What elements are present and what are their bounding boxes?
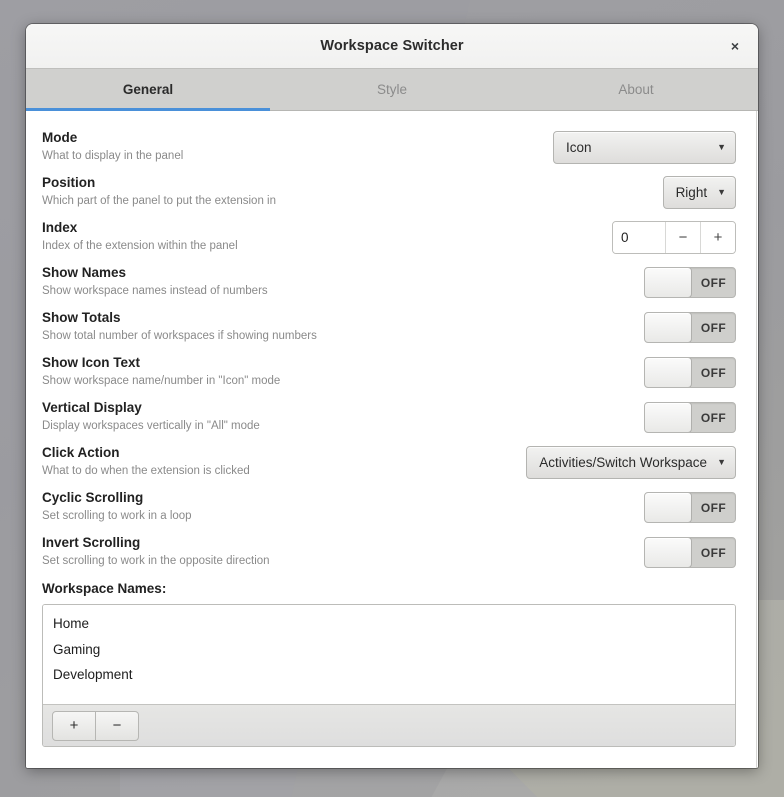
- toggle-invert-scrolling[interactable]: OFF: [644, 537, 736, 568]
- setting-description: What to do when the extension is clicked: [42, 465, 250, 478]
- toggle-knob: [645, 493, 692, 522]
- dropdown-position[interactable]: Right ▼: [662, 176, 736, 209]
- setting-labels: Cyclic Scrolling Set scrolling to work in…: [42, 490, 192, 524]
- toggle-knob: [645, 403, 692, 432]
- setting-name: Show Icon Text: [42, 355, 141, 371]
- setting-name: Show Names: [42, 265, 127, 281]
- tab-style[interactable]: Style: [270, 69, 514, 110]
- scrollbar-track[interactable]: [756, 111, 757, 768]
- settings-list: Mode What to display in the panel Icon ▼ Pos…: [26, 111, 758, 575]
- toggle-knob: [645, 268, 692, 297]
- window-title: Workspace Switcher: [320, 38, 464, 54]
- chevron-down-icon: ▼: [717, 457, 726, 467]
- toggle-state: OFF: [700, 545, 727, 560]
- workspace-names-section: Workspace Names: Home Gaming Development +…: [26, 575, 758, 747]
- dropdown-value: Icon: [566, 140, 592, 155]
- setting-name: Click Action: [42, 445, 120, 461]
- minus-icon[interactable]: −: [665, 222, 700, 253]
- setting-description: Index of the extension within the panel: [42, 240, 238, 253]
- setting-row: Show Icon Text Show workspace name/number…: [42, 350, 736, 395]
- toggle-show-names[interactable]: OFF: [644, 267, 736, 298]
- setting-name: Mode: [42, 130, 78, 146]
- setting-row: Mode What to display in the panel Icon ▼: [42, 125, 736, 170]
- setting-row: Show Totals Show total number of workspac…: [42, 305, 736, 350]
- tab-bar: General Style About: [26, 69, 758, 111]
- dropdown-click-action[interactable]: Activities/Switch Workspace ▼: [526, 446, 736, 479]
- setting-description: Show total number of workspaces if showi…: [42, 330, 317, 343]
- setting-labels: Invert Scrolling Set scrolling to work in…: [42, 535, 270, 569]
- toggle-show-icon-text[interactable]: OFF: [644, 357, 736, 388]
- setting-labels: Index Index of the extension within the p…: [42, 220, 238, 254]
- setting-description: What to display in the panel: [42, 150, 184, 163]
- add-workspace-button[interactable]: +: [52, 710, 96, 741]
- toggle-vertical-display[interactable]: OFF: [644, 402, 736, 433]
- setting-labels: Click Action What to do when the extensio…: [42, 445, 250, 479]
- toggle-knob: [645, 358, 692, 387]
- tab-general[interactable]: General: [26, 69, 270, 111]
- setting-labels: Mode What to display in the panel: [42, 130, 183, 164]
- workspace-names-frame: Home Gaming Development + −: [42, 604, 736, 747]
- setting-labels: Vertical Display Display workspaces verti…: [42, 400, 260, 434]
- settings-content: Mode What to display in the panel Icon ▼ Pos…: [26, 111, 758, 768]
- workspace-names-list[interactable]: Home Gaming Development: [43, 605, 735, 704]
- setting-row: Index Index of the extension within the p…: [42, 215, 736, 260]
- setting-description: Which part of the panel to put the exten…: [42, 195, 276, 208]
- workspace-names-label: Workspace Names:: [42, 581, 167, 596]
- preferences-window: Workspace Switcher × General Style About M…: [26, 24, 758, 768]
- list-item[interactable]: Gaming: [43, 637, 735, 663]
- list-item[interactable]: Development: [43, 662, 735, 688]
- tab-label: General: [122, 82, 174, 97]
- workspace-names-toolbar: + −: [43, 704, 735, 746]
- index-spinner[interactable]: 0− +: [612, 221, 736, 254]
- toggle-state: OFF: [700, 275, 727, 290]
- setting-description: Show workspace name/number in "Icon" mod…: [42, 375, 281, 388]
- setting-name: Invert Scrolling: [42, 535, 141, 551]
- setting-name: Position: [42, 175, 96, 191]
- setting-labels: Show Names Show workspace names instead o…: [42, 265, 268, 299]
- tab-about[interactable]: About: [514, 69, 758, 110]
- toggle-knob: [645, 538, 692, 567]
- setting-labels: Show Icon Text Show workspace name/number…: [42, 355, 280, 389]
- setting-description: Show workspace names instead of numbers: [42, 285, 268, 298]
- setting-row: Cyclic Scrolling Set scrolling to work in…: [42, 485, 736, 530]
- list-item[interactable]: Home: [43, 611, 735, 637]
- setting-labels: Show Totals Show total number of workspac…: [42, 310, 317, 344]
- toggle-state: OFF: [700, 410, 727, 425]
- setting-description: Set scrolling to work in a loop: [42, 510, 192, 523]
- setting-name: Show Totals: [42, 310, 121, 326]
- setting-row: Vertical Display Display workspaces verti…: [42, 395, 736, 440]
- setting-description: Display workspaces vertically in "All" m…: [42, 420, 260, 433]
- tab-label: About: [618, 82, 654, 97]
- toggle-show-totals[interactable]: OFF: [644, 312, 736, 343]
- dropdown-value: Right: [675, 185, 708, 200]
- remove-workspace-button[interactable]: −: [96, 710, 139, 741]
- toggle-knob: [645, 313, 692, 342]
- dropdown-value: Activities/Switch Workspace: [539, 455, 708, 470]
- setting-name: Vertical Display: [42, 400, 142, 416]
- index-value[interactable]: 0: [613, 222, 665, 253]
- setting-row: Invert Scrolling Set scrolling to work in…: [42, 530, 736, 575]
- setting-description: Set scrolling to work in the opposite di…: [42, 555, 270, 568]
- setting-name: Cyclic Scrolling: [42, 490, 144, 506]
- close-icon[interactable]: ×: [722, 33, 748, 59]
- toggle-state: OFF: [700, 500, 727, 515]
- toggle-cyclic-scrolling[interactable]: OFF: [644, 492, 736, 523]
- dropdown-mode[interactable]: Icon ▼: [553, 131, 736, 164]
- toggle-state: OFF: [700, 320, 727, 335]
- chevron-down-icon: ▼: [717, 142, 726, 152]
- setting-row: Show Names Show workspace names instead o…: [42, 260, 736, 305]
- plus-icon[interactable]: +: [700, 222, 735, 253]
- setting-labels: Position Which part of the panel to put t…: [42, 175, 276, 209]
- setting-row: Click Action What to do when the extensio…: [42, 440, 736, 485]
- window-titlebar: Workspace Switcher ×: [26, 24, 758, 69]
- chevron-down-icon: ▼: [717, 187, 726, 197]
- toggle-state: OFF: [700, 365, 727, 380]
- tab-label: Style: [376, 82, 407, 97]
- setting-row: Position Which part of the panel to put t…: [42, 170, 736, 215]
- setting-name: Index: [42, 220, 78, 236]
